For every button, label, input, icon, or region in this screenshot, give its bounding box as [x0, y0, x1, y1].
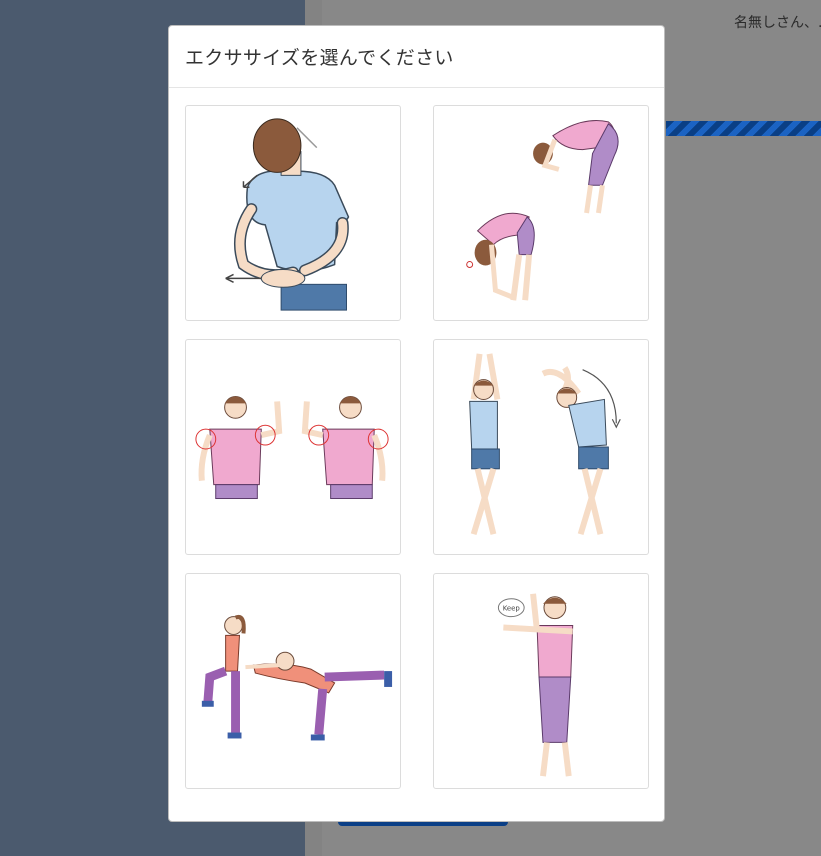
exercise-card-shoulder-stretch[interactable] [185, 105, 401, 321]
knee-raise-illustration [201, 614, 393, 741]
exercise-card-forward-bend[interactable] [433, 105, 649, 321]
exercise-card-knee-raise[interactable] [185, 573, 401, 789]
exercise-card-arm-circles[interactable] [185, 339, 401, 555]
exercise-card-cross-arm-stretch[interactable]: Keep [433, 573, 649, 789]
exercise-select-modal: エクササイズを選んでください Keep [168, 25, 665, 822]
cross-arm-stretch-illustration: Keep [497, 593, 574, 777]
user-greeting: 名無しさん、. [734, 15, 821, 31]
shoulder-stretch-illustration [225, 118, 350, 311]
exercise-card-side-stretch[interactable] [433, 339, 649, 555]
modal-header: エクササイズを選んでください [169, 26, 664, 88]
forward-bend-illustration [466, 119, 619, 301]
arm-circle-illustration [195, 395, 389, 500]
keep-speech-label: Keep [503, 605, 521, 613]
progress-bar [666, 121, 821, 136]
modal-title: エクササイズを選んでください [185, 47, 454, 69]
side-stretch-illustration [469, 353, 621, 536]
